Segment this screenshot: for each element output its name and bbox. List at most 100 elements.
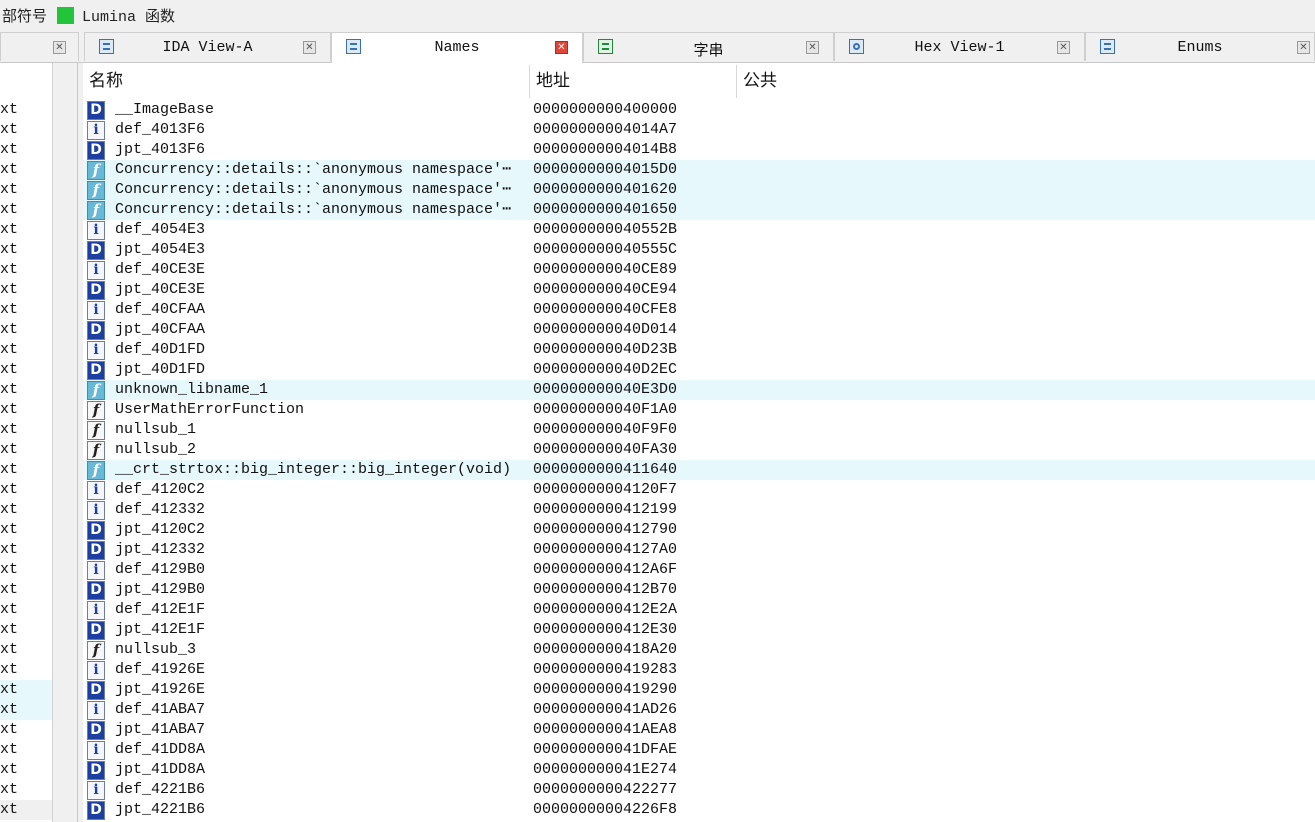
table-row[interactable]: i def_4221B6 0000000000422277 (83, 780, 1315, 800)
table-row[interactable]: Djpt_4054E3 000000000040555C (83, 240, 1315, 260)
row-address: 00000000004120F7 (533, 481, 678, 498)
table-row[interactable]: i def_40D1FD 000000000040D23B (83, 340, 1315, 360)
side-list-item[interactable]: ext (0, 460, 52, 480)
side-list-item[interactable]: ext (0, 500, 52, 520)
side-list-item[interactable]: ext (0, 220, 52, 240)
close-icon[interactable]: ✕ (555, 41, 568, 54)
column-header-public[interactable]: 公共 (737, 63, 1037, 100)
table-row[interactable]: i def_4120C2 00000000004120F7 (83, 480, 1315, 500)
table-row[interactable]: Djpt_41ABA7 000000000041AEA8 (83, 720, 1315, 740)
side-list-item[interactable]: ext (0, 580, 52, 600)
side-list-item[interactable]: ext (0, 180, 52, 200)
table-row[interactable]: Djpt_40D1FD 000000000040D2EC (83, 360, 1315, 380)
row-address: 0000000000412790 (533, 521, 678, 538)
side-list-item[interactable]: ext (0, 300, 52, 320)
table-row[interactable]: i def_40CFAA 000000000040CFE8 (83, 300, 1315, 320)
side-list-item[interactable]: ext (0, 400, 52, 420)
table-row[interactable]: i def_4013F6 00000000004014A7 (83, 120, 1315, 140)
tab-previous[interactable]: ✕ (0, 32, 79, 61)
row-address: 0000000000412B70 (533, 581, 678, 598)
side-list-item[interactable]: ext (0, 660, 52, 680)
side-list-item[interactable]: ext (0, 160, 52, 180)
side-list-item[interactable]: ext (0, 280, 52, 300)
column-header-name[interactable]: 名称 (83, 63, 529, 100)
instruction-icon: i (87, 601, 105, 620)
column-header-address[interactable]: 地址 (530, 63, 736, 100)
table-row[interactable]: Djpt_41DD8A 000000000041E274 (83, 760, 1315, 780)
table-row[interactable]: i def_4054E3 000000000040552B (83, 220, 1315, 240)
side-list-item[interactable]: ext (0, 740, 52, 760)
table-row[interactable]: i def_41ABA7 000000000041AD26 (83, 700, 1315, 720)
table-row[interactable]: f Concurrency::details::`anonymous namesp… (83, 180, 1315, 200)
side-list-item[interactable]: ext (0, 800, 52, 820)
side-list-item[interactable]: ext (0, 100, 52, 120)
table-row[interactable]: f Concurrency::details::`anonymous namesp… (83, 160, 1315, 180)
table-row[interactable]: i def_4129B0 0000000000412A6F (83, 560, 1315, 580)
side-list-item[interactable]: ext (0, 760, 52, 780)
table-row[interactable]: i def_40CE3E 000000000040CE89 (83, 260, 1315, 280)
segments-side-pane[interactable]: ext ext ext ext ext ext ext ext ext ext ext ext ext e… (0, 63, 52, 822)
side-list-item[interactable]: ext (0, 340, 52, 360)
table-row[interactable]: f unknown_libname_1 000000000040E3D0 (83, 380, 1315, 400)
close-icon[interactable]: ✕ (1297, 41, 1310, 54)
side-list-item[interactable]: ext (0, 420, 52, 440)
side-list-item[interactable]: ext (0, 360, 52, 380)
row-name: def_412332 (115, 501, 206, 518)
side-list-item[interactable]: ext (0, 720, 52, 740)
table-row[interactable]: f Concurrency::details::`anonymous namesp… (83, 200, 1315, 220)
table-row[interactable]: i def_41926E 0000000000419283 (83, 660, 1315, 680)
side-list-item[interactable]: ext (0, 380, 52, 400)
side-list-item[interactable]: ext (0, 200, 52, 220)
side-list-item[interactable]: ext (0, 120, 52, 140)
side-list-item[interactable]: ext (0, 520, 52, 540)
data-item-icon: D (87, 241, 105, 260)
side-list-item[interactable]: ext (0, 780, 52, 800)
side-list-item[interactable]: ext (0, 540, 52, 560)
table-row[interactable]: Djpt_4013F6 00000000004014B8 (83, 140, 1315, 160)
table-row[interactable]: Djpt_412E1F 0000000000412E30 (83, 620, 1315, 640)
table-row[interactable]: Djpt_41926E 0000000000419290 (83, 680, 1315, 700)
side-list-item[interactable]: ext (0, 600, 52, 620)
table-row[interactable]: Djpt_4120C2 0000000000412790 (83, 520, 1315, 540)
side-list-item[interactable]: ext (0, 320, 52, 340)
tab-enums[interactable]: Enums ✕ (1085, 32, 1315, 61)
table-row[interactable]: i def_412332 0000000000412199 (83, 500, 1315, 520)
table-row[interactable]: D __ImageBase 0000000000400000 (83, 100, 1315, 120)
table-row[interactable]: i def_412E1F 0000000000412E2A (83, 600, 1315, 620)
tab-hex-view-1[interactable]: Hex View-1 ✕ (834, 32, 1085, 61)
close-icon[interactable]: ✕ (1057, 41, 1070, 54)
side-list-item[interactable]: ext (0, 260, 52, 280)
table-row[interactable]: Djpt_40CFAA 000000000040D014 (83, 320, 1315, 340)
table-row[interactable]: Djpt_4221B6 00000000004226F8 (83, 800, 1315, 820)
side-list-item[interactable]: ext (0, 640, 52, 660)
side-list-item[interactable]: ext (0, 240, 52, 260)
table-row[interactable]: f nullsub_3 0000000000418A20 (83, 640, 1315, 660)
side-list-item[interactable]: ext (0, 700, 52, 720)
side-list-item[interactable]: ext (0, 480, 52, 500)
row-name: unknown_libname_1 (115, 381, 269, 398)
side-list-item[interactable]: ext (0, 680, 52, 700)
close-icon[interactable]: ✕ (303, 41, 316, 54)
side-list-item[interactable]: ext (0, 440, 52, 460)
close-icon[interactable]: ✕ (53, 41, 66, 54)
close-icon[interactable]: ✕ (806, 41, 819, 54)
tab-names[interactable]: Names ✕ (331, 32, 583, 63)
tab-strings[interactable]: 字串 ✕ (583, 32, 834, 61)
table-row[interactable]: i def_41DD8A 000000000041DFAE (83, 740, 1315, 760)
side-list-item[interactable]: ext (0, 140, 52, 160)
row-name: def_40CE3E (115, 261, 206, 278)
tab-ida-view-a[interactable]: IDA View-A ✕ (84, 32, 331, 61)
side-list-item-label: ext (0, 641, 19, 658)
table-row[interactable]: Djpt_40CE3E 000000000040CE94 (83, 280, 1315, 300)
table-row[interactable]: f nullsub_2 000000000040FA30 (83, 440, 1315, 460)
row-name: UserMathErrorFunction (115, 401, 305, 418)
table-row[interactable]: Djpt_4129B0 0000000000412B70 (83, 580, 1315, 600)
table-row[interactable]: Djpt_412332 00000000004127A0 (83, 540, 1315, 560)
table-row[interactable]: f UserMathErrorFunction 000000000040F1A0 (83, 400, 1315, 420)
side-list-item[interactable]: ext (0, 620, 52, 640)
row-address: 0000000000412E2A (533, 601, 678, 618)
side-pane-scrollbar[interactable] (52, 63, 78, 822)
table-row[interactable]: f nullsub_1 000000000040F9F0 (83, 420, 1315, 440)
side-list-item[interactable]: ext (0, 560, 52, 580)
table-row[interactable]: f __crt_strtox::big_integer::big_integer(… (83, 460, 1315, 480)
